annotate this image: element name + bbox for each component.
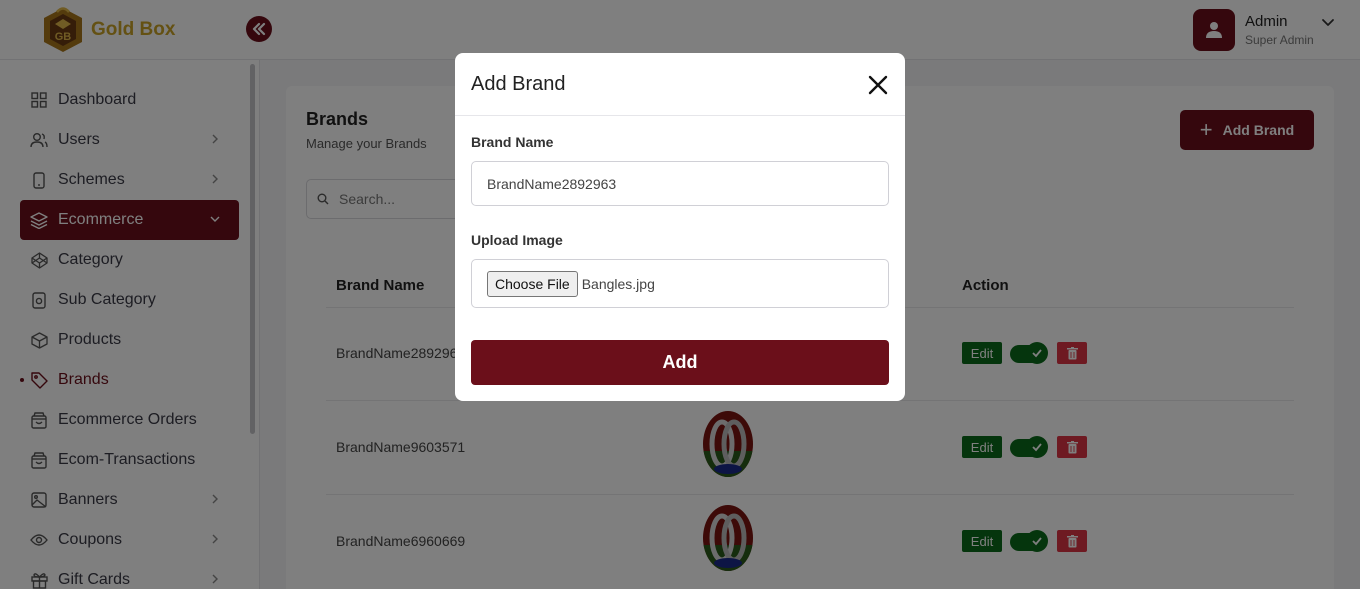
image-file-input[interactable]: Choose File Bangles.jpg <box>471 259 889 308</box>
close-button[interactable] <box>865 72 891 98</box>
add-submit-button[interactable]: Add <box>471 340 889 385</box>
upload-image-label: Upload Image <box>471 232 563 248</box>
brand-name-label: Brand Name <box>471 134 554 150</box>
brand-name-input[interactable]: BrandName2892963 <box>471 161 889 206</box>
modal-header: Add Brand <box>455 53 905 116</box>
brand-name-value: BrandName2892963 <box>487 175 617 192</box>
close-icon <box>868 75 888 95</box>
selected-file-name: Bangles.jpg <box>581 275 655 292</box>
add-brand-modal: Add Brand Brand Name BrandName2892963 Up… <box>455 53 905 401</box>
choose-file-button[interactable]: Choose File <box>487 270 578 297</box>
modal-title: Add Brand <box>471 73 566 95</box>
